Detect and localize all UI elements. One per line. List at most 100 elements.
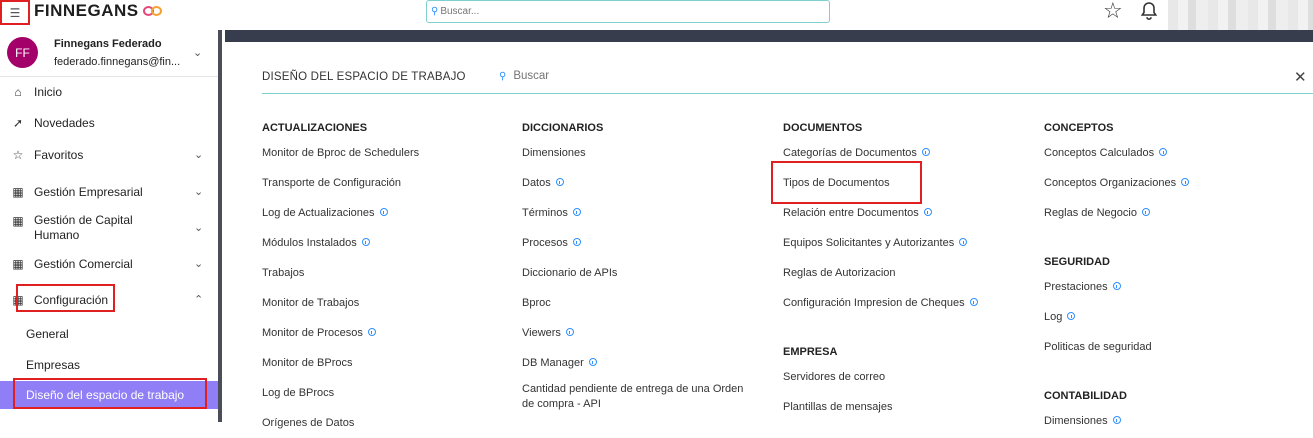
info-icon[interactable]: [1112, 282, 1121, 290]
search-icon: ⚲: [431, 6, 439, 17]
section-title: ACTUALIZACIONES: [262, 122, 368, 134]
menu-link[interactable]: Viewers: [522, 318, 757, 348]
menu-link[interactable]: Cantidad pendiente de entrega de una Ord…: [522, 378, 757, 418]
menu-link-label: Tipos de Documentos: [783, 177, 890, 189]
menu-link[interactable]: Transporte de Configuración: [262, 168, 517, 198]
menu-link[interactable]: Trabajos: [262, 258, 517, 288]
menu-link-label: Dimensiones: [1044, 415, 1108, 427]
global-search[interactable]: ⚲: [426, 0, 830, 23]
section-title: EMPRESA: [783, 346, 838, 358]
menu-link[interactable]: Reglas de Negocio: [1044, 198, 1299, 228]
info-icon[interactable]: [572, 208, 581, 216]
info-icon[interactable]: [367, 328, 376, 336]
menu-link[interactable]: Conceptos Calculados: [1044, 138, 1299, 168]
sidebar-item-favoritos[interactable]: ☆ Favoritos ⌄: [0, 140, 218, 170]
menu-link-label: Reglas de Negocio: [1044, 207, 1137, 219]
info-icon[interactable]: [1159, 148, 1168, 156]
home-icon: ⌂: [14, 85, 22, 99]
menu-link-label: DB Manager: [522, 357, 584, 369]
menu-link[interactable]: Orígenes de Datos: [262, 408, 517, 438]
info-icon[interactable]: [572, 238, 581, 246]
menu-link-label: Relación entre Documentos: [783, 207, 919, 219]
menu-link[interactable]: Monitor de Procesos: [262, 318, 517, 348]
menu-link[interactable]: Procesos: [522, 228, 757, 258]
menu-link[interactable]: Dimensiones: [1044, 406, 1299, 436]
menu-link-label: Cantidad pendiente de entrega de una Ord…: [522, 383, 744, 410]
pin-icon: ➚: [12, 116, 24, 130]
menu-link[interactable]: DB Manager: [522, 348, 757, 378]
menu-icon[interactable]: ☰: [0, 0, 30, 25]
user-name: Finnegans Federado: [54, 38, 162, 50]
sidebar: FF Finnegans Federado federado.finnegans…: [0, 30, 222, 422]
star-icon: ☆: [12, 148, 24, 162]
menu-link[interactable]: Plantillas de mensajes: [783, 392, 1038, 422]
building-icon: ▦: [12, 257, 24, 271]
menu-link[interactable]: Prestaciones: [1044, 272, 1299, 302]
menu-link[interactable]: Conceptos Organizaciones: [1044, 168, 1299, 198]
chevron-down-icon[interactable]: ⌄: [193, 46, 202, 59]
info-icon[interactable]: [923, 208, 932, 216]
menu-link[interactable]: Bproc: [522, 288, 757, 318]
user-profile[interactable]: FF Finnegans Federado federado.finnegans…: [0, 30, 218, 77]
favorite-star-icon[interactable]: ☆: [1103, 0, 1123, 24]
info-icon[interactable]: [588, 358, 597, 366]
sidebar-item-configuracion[interactable]: ▦ Configuración ⌃: [0, 285, 218, 315]
chevron-down-icon: ⌄: [194, 186, 204, 198]
info-icon[interactable]: [921, 148, 930, 156]
panel-search-input[interactable]: [513, 70, 714, 82]
info-icon[interactable]: [1112, 416, 1121, 424]
info-icon[interactable]: [555, 178, 564, 186]
panel-search[interactable]: ⚲: [499, 70, 714, 82]
page-title: DISEÑO DEL ESPACIO DE TRABAJO: [262, 71, 466, 83]
menu-link[interactable]: Log: [1044, 302, 1299, 332]
sidebar-item-gestion-empresarial[interactable]: ▦ Gestión Empresarial ⌄: [0, 177, 218, 207]
menu-link-label: Conceptos Calculados: [1044, 147, 1155, 159]
menu-link[interactable]: Categorías de Documentos: [783, 138, 1038, 168]
info-icon[interactable]: [379, 208, 388, 216]
brand-logo[interactable]: FINNEGANS: [34, 1, 163, 21]
info-icon[interactable]: [1141, 208, 1150, 216]
menu-link[interactable]: Datos: [522, 168, 757, 198]
menu-link[interactable]: Dimensiones: [522, 138, 757, 168]
sidebar-item-inicio[interactable]: ⌂ Inicio: [0, 77, 218, 107]
menu-link-label: Módulos Instalados: [262, 237, 357, 249]
info-icon[interactable]: [969, 298, 978, 306]
menu-link[interactable]: Log de Actualizaciones: [262, 198, 517, 228]
menu-link[interactable]: Monitor de BProcs: [262, 348, 517, 378]
info-icon[interactable]: [1067, 312, 1076, 320]
notifications-bell-icon[interactable]: [1139, 1, 1159, 21]
sidebar-scrollbar[interactable]: [218, 30, 222, 422]
menu-column: DOCUMENTOS Categorías de Documentos Tipos …: [783, 118, 1038, 422]
menu-link[interactable]: Diccionario de APIs: [522, 258, 757, 288]
info-icon[interactable]: [959, 238, 968, 246]
building-icon: ▦: [12, 293, 24, 307]
menu-link[interactable]: Log de BProcs: [262, 378, 517, 408]
sidebar-item-label: Favoritos: [34, 148, 84, 162]
sidebar-item-novedades[interactable]: ➚ Novedades: [0, 108, 218, 138]
menu-link[interactable]: Servidores de correo: [783, 362, 1038, 392]
menu-link[interactable]: Términos: [522, 198, 757, 228]
sidebar-item-gestion-comercial[interactable]: ▦ Gestión Comercial ⌄: [0, 249, 218, 279]
menu-link[interactable]: Equipos Solicitantes y Autorizantes: [783, 228, 1038, 258]
top-bar: ☰ FINNEGANS ⚲ ☆: [0, 0, 1313, 38]
menu-link[interactable]: Politicas de seguridad: [1044, 332, 1299, 362]
menu-link[interactable]: Relación entre Documentos: [783, 198, 1038, 228]
sidebar-subitem-diseno-espacio-trabajo[interactable]: Diseño del espacio de trabajo: [0, 381, 218, 409]
menu-link[interactable]: Módulos Instalados: [262, 228, 517, 258]
sidebar-item-gestion-capital-humano[interactable]: ▦ Gestión de Capital Humano ⌄: [0, 206, 218, 244]
menu-link[interactable]: Monitor de Bproc de Schedulers: [262, 138, 517, 168]
info-icon[interactable]: [361, 238, 370, 246]
info-icon[interactable]: [565, 328, 574, 336]
menu-link[interactable]: Reglas de Autorizacion: [783, 258, 1038, 288]
global-search-input[interactable]: [440, 6, 821, 17]
info-icon[interactable]: [1181, 178, 1190, 186]
menu-link[interactable]: Configuración Impresion de Cheques: [783, 288, 1038, 318]
sidebar-subitem-empresas[interactable]: Empresas: [0, 351, 218, 379]
menu-link[interactable]: Monitor de Trabajos: [262, 288, 517, 318]
menu-link-label: Dimensiones: [522, 147, 586, 159]
menu-link[interactable]: Tipos de Documentos: [783, 168, 1038, 198]
close-icon[interactable]: ✕: [1294, 68, 1307, 86]
sidebar-subitem-general[interactable]: General: [0, 320, 218, 348]
